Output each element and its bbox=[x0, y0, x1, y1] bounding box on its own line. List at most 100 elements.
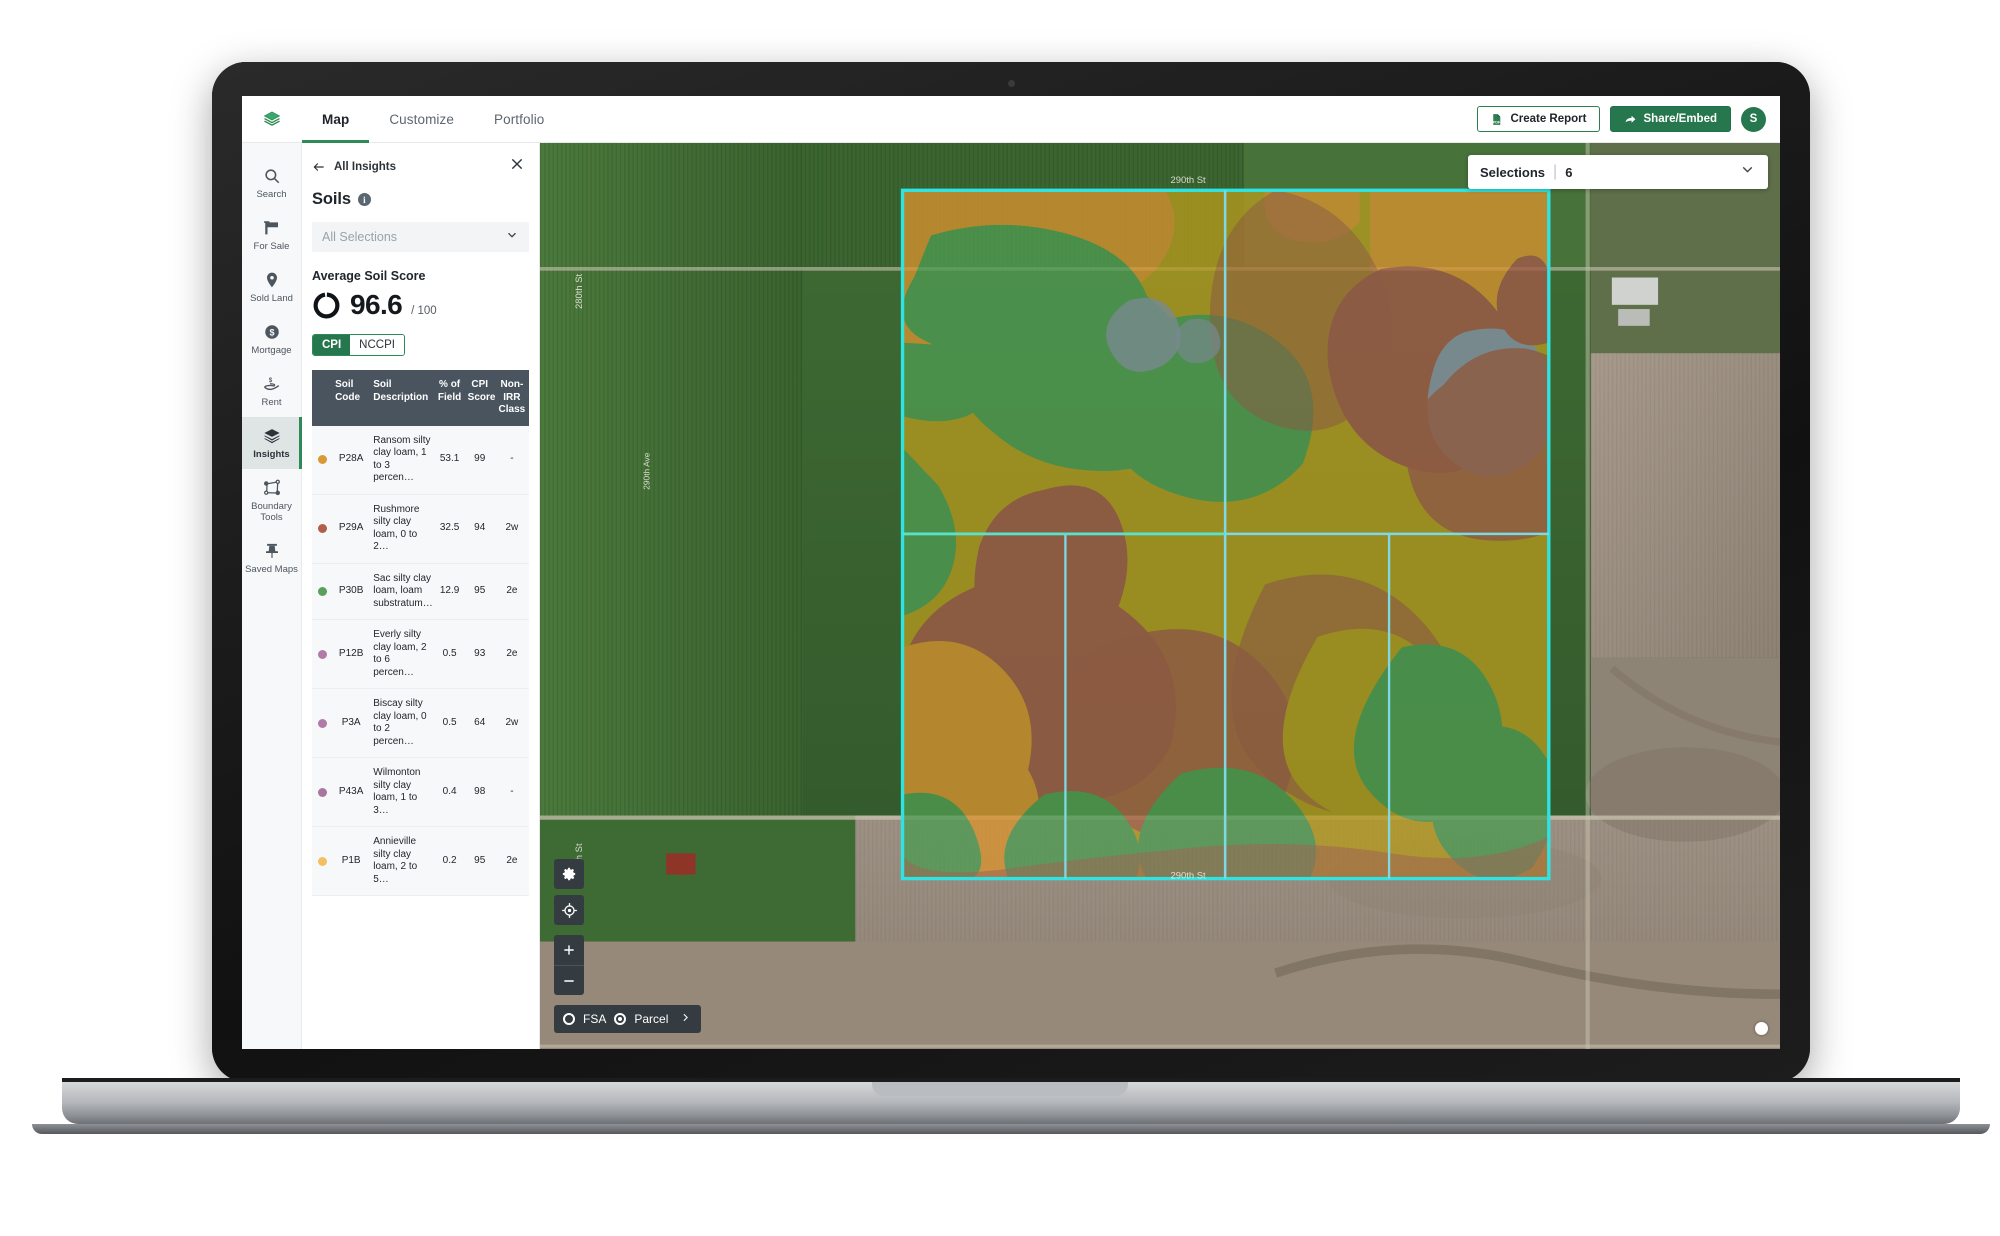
create-report-button[interactable]: PDF Create Report bbox=[1477, 106, 1600, 132]
app-logo[interactable] bbox=[242, 110, 302, 128]
satellite-imagery: 280th St 280th St 290th St 290th St 290t… bbox=[540, 143, 1780, 1049]
arrow-left-icon bbox=[313, 162, 324, 171]
table-row[interactable]: P30B Sac silty clay loam, loam substratum… bbox=[312, 563, 529, 620]
svg-text:290th Ave: 290th Ave bbox=[641, 452, 651, 490]
webcam-icon bbox=[1008, 80, 1015, 87]
sidebar-item-search[interactable]: Search bbox=[242, 157, 302, 209]
top-bar: Map Customize Portfolio PDF Create Repor… bbox=[242, 96, 1780, 143]
selections-divider: | bbox=[1553, 163, 1558, 180]
table-row[interactable]: P43A Wilmonton silty clay loam, 1 to 3… 0.… bbox=[312, 757, 529, 827]
soil-color-swatch bbox=[312, 688, 333, 758]
zoom-out-button[interactable] bbox=[554, 965, 584, 995]
selections-count: 6 bbox=[1565, 164, 1573, 180]
soil-color-swatch bbox=[312, 619, 333, 689]
table-row[interactable]: P1B Annieville silty clay loam, 2 to 5… 0.… bbox=[312, 826, 529, 896]
locate-control bbox=[554, 895, 584, 925]
toggle-nccpi[interactable]: NCCPI bbox=[350, 335, 404, 355]
soil-description-cell: Sac silty clay loam, loam substratum… bbox=[370, 563, 435, 620]
top-bar-actions: PDF Create Report Share/Embed S bbox=[1477, 106, 1780, 132]
sidebar-item-saved-maps-label: Saved Maps bbox=[245, 564, 298, 575]
tab-map-label: Map bbox=[322, 111, 350, 127]
toggle-cpi[interactable]: CPI bbox=[313, 335, 351, 355]
sidebar-item-saved-maps[interactable]: Saved Maps bbox=[242, 532, 302, 584]
sidebar-item-mortgage[interactable]: $ Mortgage bbox=[242, 313, 302, 365]
tab-customize-label: Customize bbox=[389, 111, 454, 127]
col-non-irr-class: Non-IRR Class bbox=[494, 370, 529, 426]
chevron-down-icon bbox=[505, 228, 519, 247]
score-ring-gauge bbox=[313, 292, 340, 318]
info-icon[interactable]: i bbox=[357, 193, 371, 206]
map-canvas[interactable]: 280th St 280th St 290th St 290th St 290t… bbox=[540, 143, 1780, 1049]
soil-description-cell: Rushmore silty clay loam, 0 to 2… bbox=[370, 494, 435, 564]
back-to-all-insights[interactable]: All Insights bbox=[312, 160, 396, 174]
screenshot-stage: Map Customize Portfolio PDF Create Repor… bbox=[0, 0, 2000, 1236]
create-report-label: Create Report bbox=[1510, 113, 1587, 125]
app-body: Search For Sale Sold Land $ Mortgage $ R… bbox=[242, 143, 1780, 1049]
soil-code-cell: P12B bbox=[332, 619, 371, 689]
toggle-cpi-label: CPI bbox=[322, 339, 342, 351]
fsa-radio[interactable] bbox=[563, 1013, 575, 1025]
selections-label: Selections bbox=[1480, 164, 1546, 180]
pct-of-field-cell: 0.5 bbox=[434, 619, 465, 689]
soils-table-body: P28A Ransom silty clay loam, 1 to 3 perce… bbox=[312, 425, 529, 896]
chevron-down-icon bbox=[1739, 161, 1756, 183]
zoom-in-button[interactable] bbox=[554, 935, 584, 965]
table-row[interactable]: P3A Biscay silty clay loam, 0 to 2 percen… bbox=[312, 688, 529, 758]
average-soil-score-value: 96.6 bbox=[350, 289, 403, 320]
tab-map[interactable]: Map bbox=[302, 96, 369, 143]
table-row[interactable]: P12B Everly silty clay loam, 2 to 6 perce… bbox=[312, 619, 529, 689]
selections-select[interactable]: All Selections bbox=[312, 222, 529, 252]
col-cpi-score: CPI Score bbox=[464, 370, 495, 426]
search-icon bbox=[264, 169, 279, 184]
close-panel-button[interactable] bbox=[509, 156, 525, 177]
average-soil-score-max: / 100 bbox=[411, 305, 437, 317]
pct-of-field-cell: 0.5 bbox=[434, 688, 465, 758]
soil-description-cell: Wilmonton silty clay loam, 1 to 3… bbox=[370, 757, 435, 827]
plus-icon bbox=[564, 945, 574, 955]
boundary-nodes-icon bbox=[263, 479, 280, 496]
layer-toggle[interactable]: FSA Parcel bbox=[554, 1005, 702, 1033]
soils-table-head: Soil Code Soil Description % of Field CP… bbox=[312, 370, 529, 426]
sidebar-item-insights[interactable]: Insights bbox=[242, 417, 302, 469]
table-row[interactable]: P28A Ransom silty clay loam, 1 to 3 perce… bbox=[312, 425, 529, 495]
table-row[interactable]: P29A Rushmore silty clay loam, 0 to 2… 32.… bbox=[312, 494, 529, 564]
tab-customize[interactable]: Customize bbox=[369, 96, 474, 143]
col-pct-of-field: % of Field bbox=[434, 370, 465, 426]
tab-portfolio[interactable]: Portfolio bbox=[474, 96, 564, 143]
share-embed-button[interactable]: Share/Embed bbox=[1609, 106, 1731, 132]
soil-description-cell: Biscay silty clay loam, 0 to 2 percen… bbox=[370, 688, 435, 758]
svg-text:290th St: 290th St bbox=[1171, 175, 1207, 186]
parcel-radio[interactable] bbox=[614, 1013, 627, 1025]
left-rail: Search For Sale Sold Land $ Mortgage $ R… bbox=[242, 143, 302, 1049]
tab-portfolio-label: Portfolio bbox=[493, 111, 545, 127]
laptop-foot bbox=[32, 1124, 1990, 1134]
avatar[interactable]: S bbox=[1741, 106, 1766, 132]
soils-table-wrapper: Soil Code Soil Description % of Field CP… bbox=[312, 370, 529, 1049]
sidebar-item-mortgage-label: Mortgage bbox=[251, 345, 292, 356]
map-attribution-dot[interactable] bbox=[1755, 1022, 1768, 1035]
non-irr-class-cell: 2e bbox=[494, 563, 529, 620]
sidebar-item-for-sale[interactable]: For Sale bbox=[242, 209, 302, 261]
application-window: Map Customize Portfolio PDF Create Repor… bbox=[242, 96, 1780, 1049]
selections-dropdown[interactable]: Selections | 6 bbox=[1468, 155, 1768, 189]
soil-overlay bbox=[902, 190, 1549, 879]
locate-button[interactable] bbox=[554, 895, 584, 925]
cpi-score-cell: 99 bbox=[464, 425, 495, 495]
sidebar-item-rent[interactable]: $ Rent bbox=[242, 365, 302, 417]
zoom-controls bbox=[554, 935, 584, 995]
parcel-label: Parcel bbox=[634, 1012, 669, 1026]
chevron-right-icon[interactable] bbox=[679, 1011, 692, 1027]
sidebar-item-boundary-tools[interactable]: Boundary Tools bbox=[242, 469, 302, 532]
map-settings-button[interactable] bbox=[554, 859, 584, 889]
close-icon bbox=[511, 158, 523, 170]
insights-panel: All Insights Soils i All Selections Aver… bbox=[302, 143, 540, 1049]
svg-text:PDF: PDF bbox=[1493, 120, 1501, 124]
non-irr-class-cell: 2e bbox=[494, 619, 529, 689]
sidebar-item-sold-land-label: Sold Land bbox=[250, 293, 293, 304]
pct-of-field-cell: 0.4 bbox=[434, 757, 465, 827]
pct-of-field-cell: 53.1 bbox=[434, 425, 465, 495]
svg-text:$: $ bbox=[269, 327, 274, 337]
sidebar-item-for-sale-label: For Sale bbox=[253, 241, 290, 252]
sidebar-item-sold-land[interactable]: Sold Land bbox=[242, 261, 302, 313]
gear-icon bbox=[562, 867, 576, 881]
